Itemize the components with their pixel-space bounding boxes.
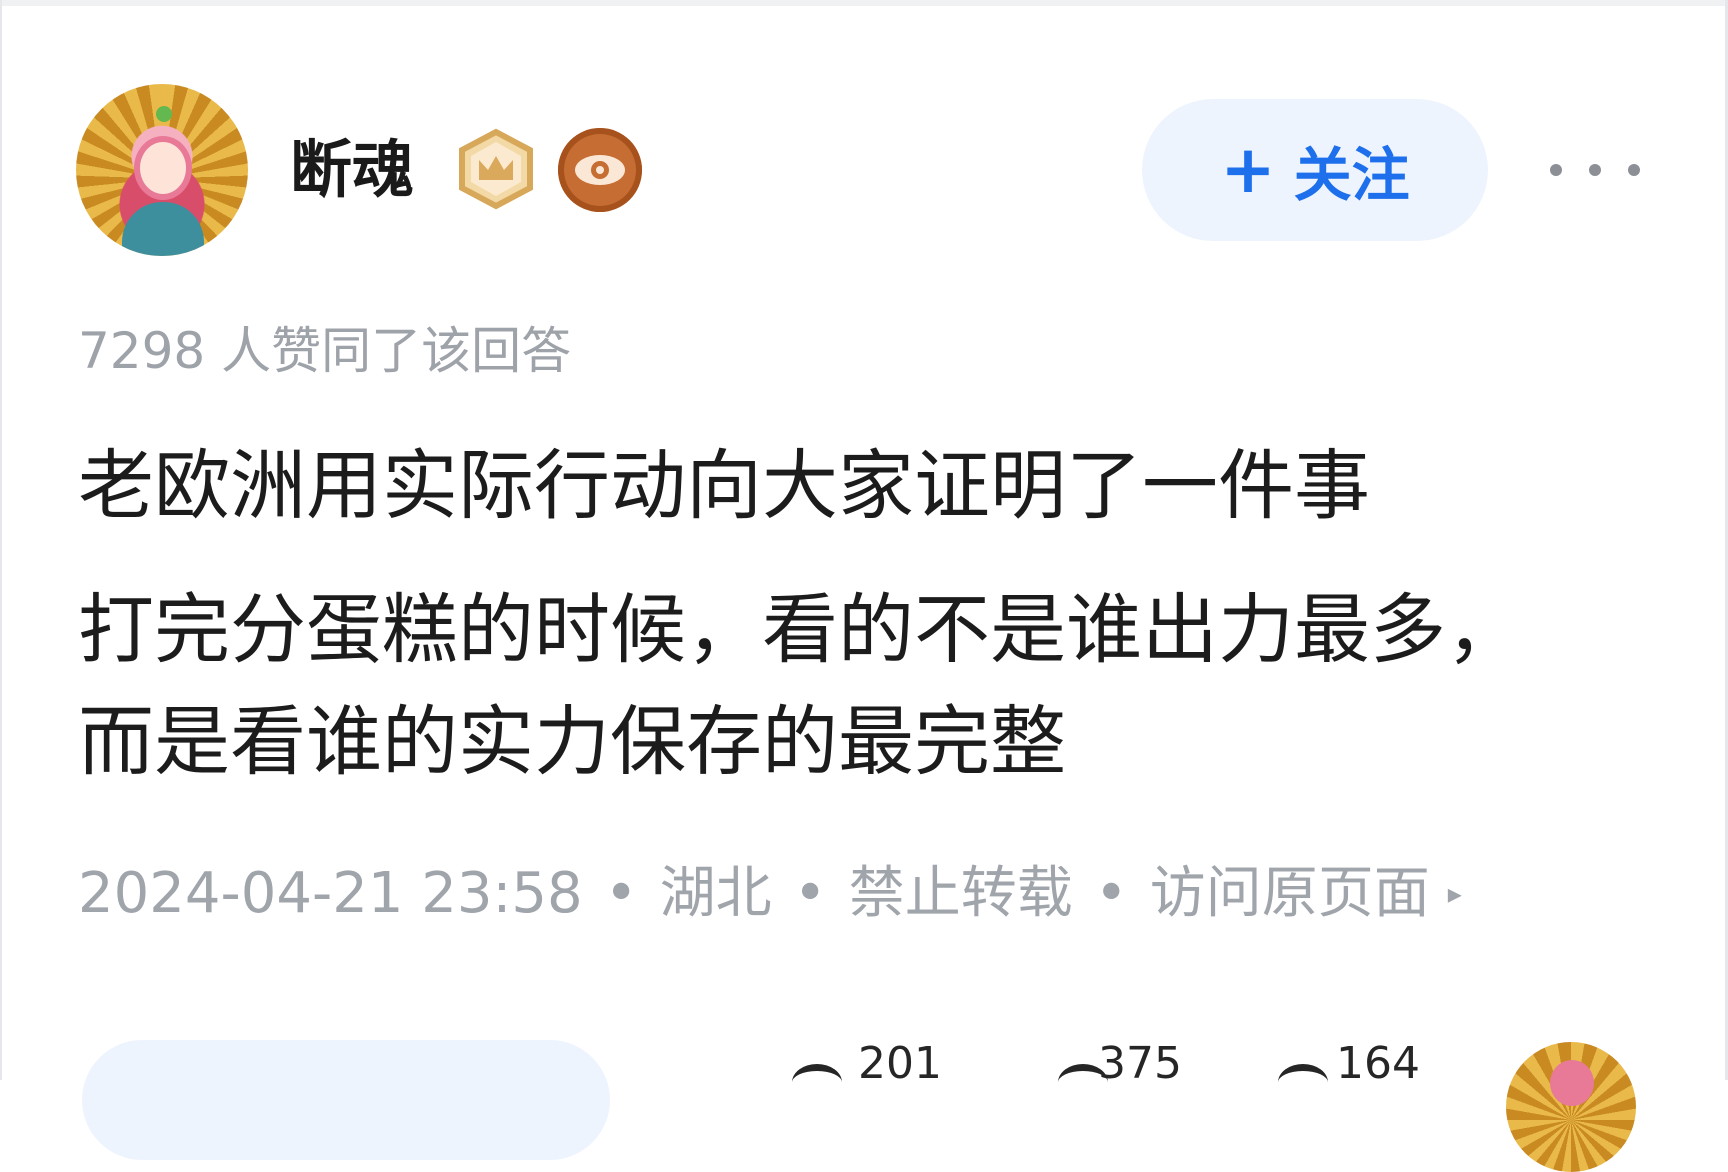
more-dot: [1550, 164, 1562, 176]
stat-count-1: 201: [858, 1038, 942, 1089]
top-divider: [0, 0, 1728, 6]
stat-count-2: 375: [1098, 1038, 1182, 1089]
stat-icon-3: [1278, 1064, 1328, 1101]
answer-location: 湖北: [659, 861, 772, 926]
more-dot: [1628, 164, 1640, 176]
answer-datetime: 2024-04-21 23:58: [78, 861, 583, 926]
follow-button[interactable]: + 关注: [1142, 99, 1488, 241]
answer-line-2: 打完分蛋糕的时候，看的不是谁出力最多，: [78, 585, 1522, 674]
author-avatar[interactable]: [76, 84, 248, 256]
copyright-status: 禁止转载: [848, 861, 1073, 926]
answer-line-1: 老欧洲用实际行动向大家证明了一件事: [78, 441, 1370, 530]
avatar-gem: [156, 106, 172, 122]
answer-line-3: 而是看谁的实力保存的最完整: [78, 697, 1066, 786]
meta-separator: •: [793, 861, 827, 926]
crown-badge-icon[interactable]: [455, 128, 537, 210]
stat-count-3: 164: [1336, 1038, 1420, 1089]
author-name[interactable]: 断魂: [290, 130, 414, 210]
answer-meta: 2024-04-21 23:58 • 湖北 • 禁止转载 • 访问原页面 ▸: [78, 854, 1462, 934]
action-pill[interactable]: [82, 1040, 610, 1160]
arrow-right-icon: ▸: [1447, 877, 1462, 910]
user-avatar-mini[interactable]: [1506, 1042, 1636, 1172]
avatar-body: [122, 202, 204, 256]
plus-icon: +: [1220, 131, 1276, 208]
more-dot: [1589, 164, 1601, 176]
meta-separator: •: [604, 861, 638, 926]
visit-original-link[interactable]: 访问原页面: [1150, 854, 1430, 934]
avatar-face: [140, 142, 186, 194]
upvote-summary: 7298 人赞同了该回答: [78, 322, 572, 380]
eye-badge-icon[interactable]: [558, 128, 642, 212]
more-horizontal-icon[interactable]: [1550, 150, 1640, 190]
follow-label: 关注: [1293, 141, 1410, 209]
meta-separator: •: [1094, 861, 1128, 926]
stat-icon-1: [792, 1064, 842, 1101]
left-border: [0, 0, 2, 1080]
